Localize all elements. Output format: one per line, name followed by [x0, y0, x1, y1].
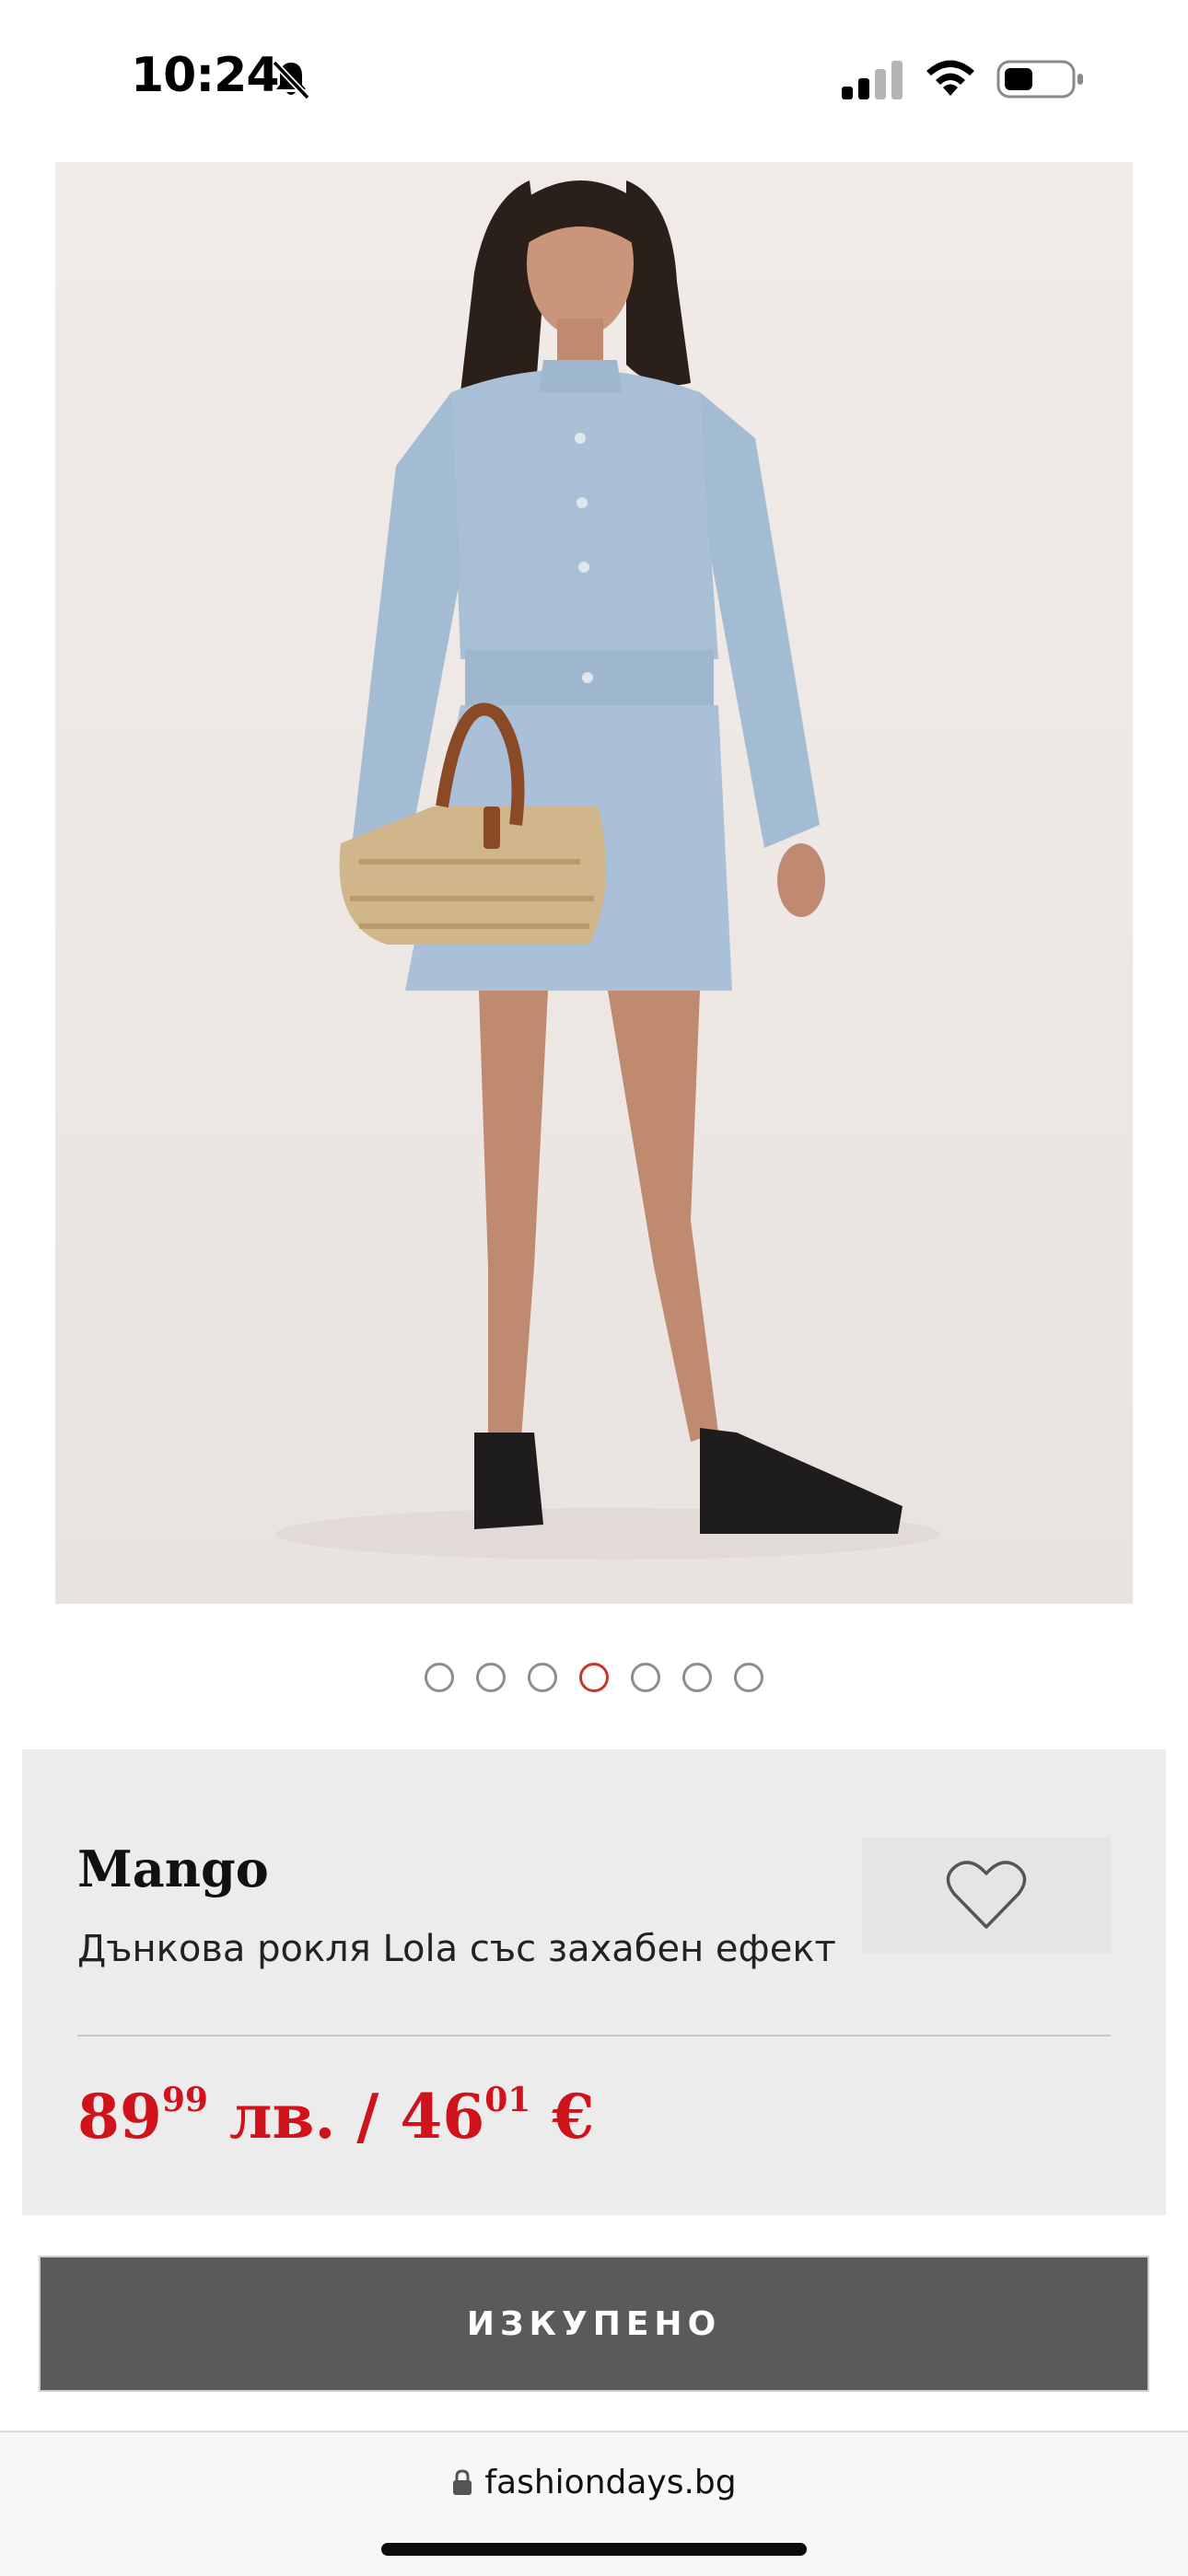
divider: [77, 2035, 1111, 2036]
product-image[interactable]: [55, 162, 1133, 1604]
battery-icon: [996, 60, 1083, 99]
price-bgn-main: 89: [77, 2081, 162, 2152]
carousel-dot[interactable]: [528, 1663, 557, 1692]
heart-icon: [946, 1861, 1027, 1929]
status-bar: 10:24: [0, 0, 1188, 157]
product-photo: [276, 180, 939, 1560]
carousel-dot[interactable]: [476, 1663, 506, 1692]
wishlist-button[interactable]: [862, 1838, 1111, 1954]
price-eur-cents: 01: [484, 2081, 531, 2119]
carousel-dot-active[interactable]: [579, 1663, 609, 1692]
price-eur-unit: €: [530, 2081, 595, 2152]
product-title: Дънкова рокля Lola със захабен ефект: [77, 1928, 836, 1970]
wifi-icon: [926, 60, 974, 96]
price-bgn-cents: 99: [161, 2081, 208, 2119]
price-eur-main: 46: [400, 2081, 485, 2152]
carousel-indicator: [0, 1657, 1188, 1698]
bell-slash-icon: [272, 60, 310, 100]
url-row[interactable]: fashiondays.bg: [0, 2464, 1188, 2501]
sold-out-button[interactable]: ИЗКУПЕНО: [39, 2256, 1149, 2392]
price: 8999 лв. / 4601 €: [77, 2081, 594, 2152]
carousel-dot[interactable]: [734, 1663, 763, 1692]
carousel-dot[interactable]: [425, 1663, 454, 1692]
lock-icon: [453, 2468, 472, 2495]
carousel-dot[interactable]: [682, 1663, 712, 1692]
status-time: 10:24: [131, 48, 280, 103]
price-bgn-unit: лв. /: [207, 2081, 401, 2152]
browser-address-bar[interactable]: fashiondays.bg: [0, 2431, 1188, 2576]
cellular-signal-icon: [842, 61, 903, 99]
product-info-card: Mango Дънкова рокля Lola със захабен ефе…: [22, 1749, 1166, 2215]
carousel-dot[interactable]: [631, 1663, 660, 1692]
home-indicator[interactable]: [381, 2543, 807, 2556]
brand-name[interactable]: Mango: [77, 1839, 269, 1898]
url-text[interactable]: fashiondays.bg: [484, 2464, 736, 2501]
